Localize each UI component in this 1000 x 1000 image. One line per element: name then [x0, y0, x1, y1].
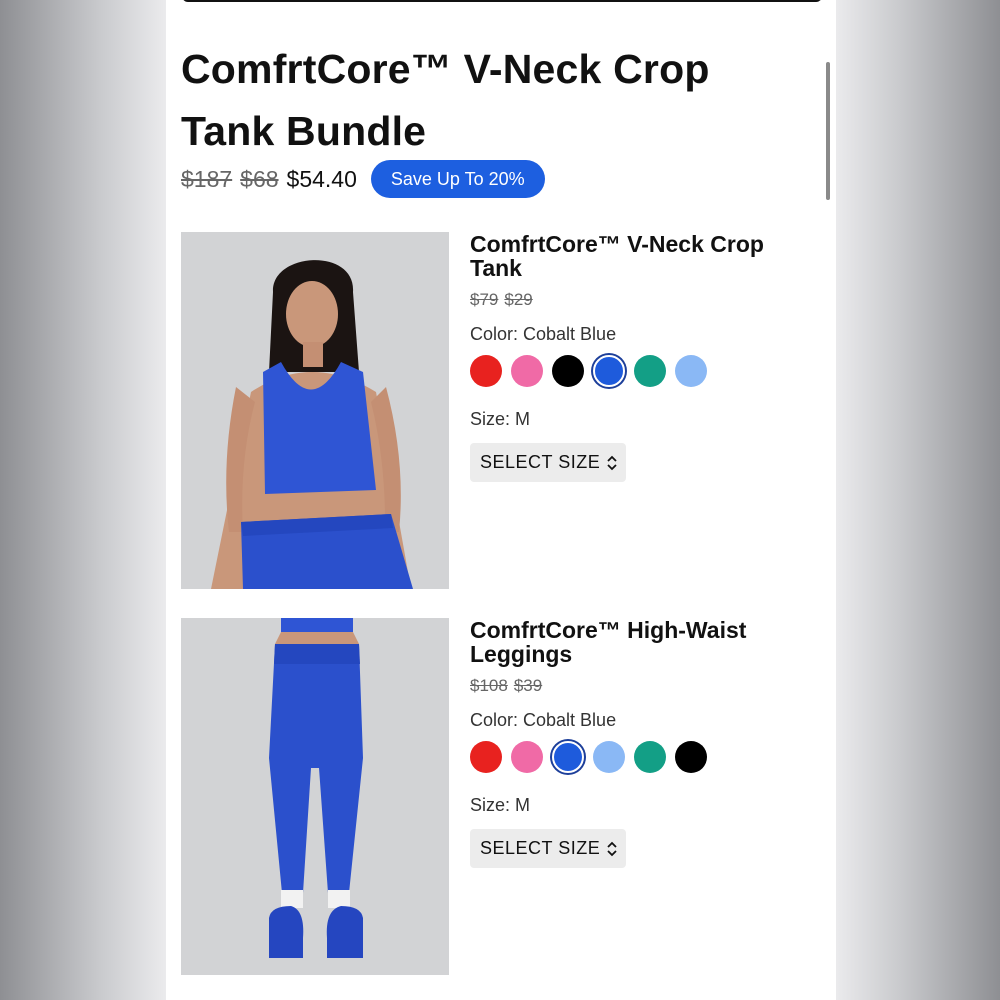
color-swatch[interactable]: [593, 741, 625, 773]
product-image-leggings[interactable]: [181, 618, 449, 975]
model-photo-illustration: [181, 618, 449, 975]
select-size-dropdown[interactable]: SELECT SIZE: [470, 443, 627, 482]
product-prices: $108 $39: [470, 676, 810, 696]
product-name[interactable]: ComfrtCore™ V-Neck Crop Tank: [470, 232, 810, 280]
select-size-label: SELECT SIZE: [480, 838, 601, 858]
chevron-updown-icon: [607, 455, 617, 470]
product-original-price: $108: [470, 676, 508, 695]
bundle-original-price: $187: [181, 165, 233, 192]
color-swatches: [470, 741, 810, 773]
bundle-title: ComfrtCore™ V-Neck Crop Tank Bundle: [181, 46, 710, 154]
product-page: ComfrtCore™ V-Neck Crop Tank Bundle $187…: [166, 0, 836, 1000]
product-image-crop-tank[interactable]: [181, 232, 449, 589]
bundle-final-price: $54.40: [286, 165, 357, 192]
product-sale-price: $29: [504, 290, 533, 309]
save-badge: Save Up To 20%: [370, 160, 545, 198]
select-size-label: SELECT SIZE: [480, 452, 601, 472]
color-label: Color: Cobalt Blue: [470, 324, 617, 344]
size-label: Size: M: [470, 795, 531, 815]
color-swatch[interactable]: [552, 355, 584, 387]
chevron-updown-icon: [607, 841, 617, 856]
product-sale-price: $39: [513, 676, 543, 695]
product-name[interactable]: ComfrtCore™ High-Waist Leggings: [470, 618, 810, 666]
color-swatch[interactable]: [634, 355, 666, 387]
color-swatch[interactable]: [552, 741, 584, 773]
model-photo-illustration: [181, 232, 449, 589]
color-swatches: [470, 355, 810, 387]
color-swatch[interactable]: [593, 355, 625, 387]
color-swatch[interactable]: [675, 741, 707, 773]
size-label: Size: M: [470, 409, 531, 429]
bundle-sale-price: $68: [240, 165, 279, 192]
color-swatch[interactable]: [511, 355, 543, 387]
color-label: Color: Cobalt Blue: [470, 710, 617, 730]
product-card: ComfrtCore™ High-Waist Leggings $108 $39 …: [181, 618, 821, 975]
header-bar: [182, 0, 822, 2]
select-size-dropdown[interactable]: SELECT SIZE: [470, 829, 627, 868]
bundle-price-row: $187 $68 $54.40 Save Up To 20%: [181, 160, 545, 198]
product-info: ComfrtCore™ High-Waist Leggings $108 $39 …: [470, 618, 810, 868]
product-original-price: $79: [470, 290, 499, 309]
scrollbar[interactable]: [826, 62, 830, 200]
product-prices: $79 $29: [470, 290, 810, 310]
color-swatch[interactable]: [675, 355, 707, 387]
color-swatch[interactable]: [470, 355, 502, 387]
product-info: ComfrtCore™ V-Neck Crop Tank $79 $29 Colo…: [470, 232, 810, 482]
color-swatch[interactable]: [470, 741, 502, 773]
product-card: ComfrtCore™ V-Neck Crop Tank $79 $29 Colo…: [181, 232, 821, 589]
color-swatch[interactable]: [634, 741, 666, 773]
color-swatch[interactable]: [511, 741, 543, 773]
